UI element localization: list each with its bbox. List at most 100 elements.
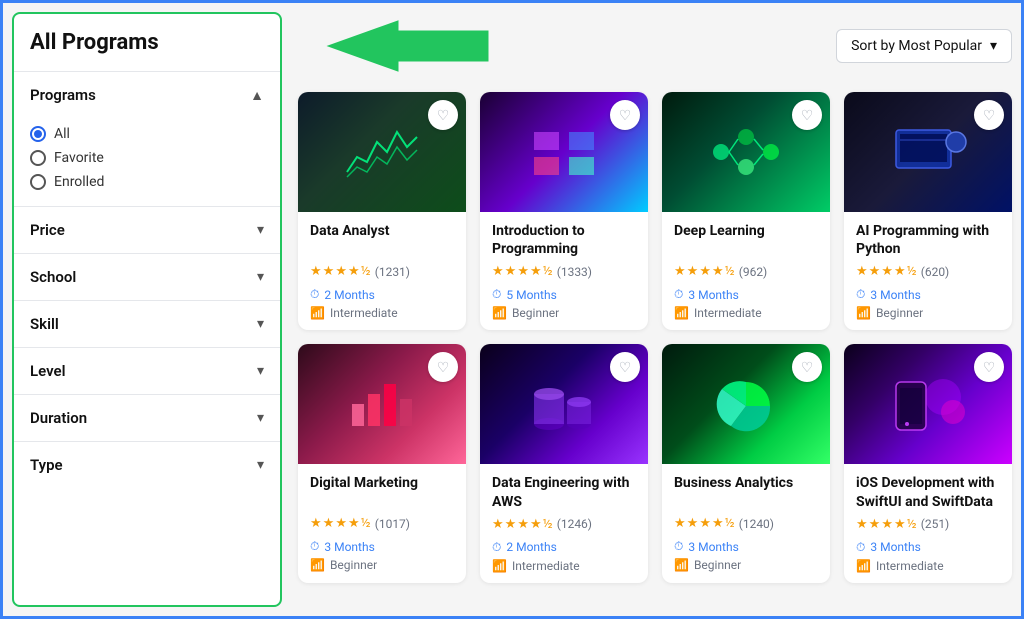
- card-meta-4: ⏱ 3 Months 📶 Beginner: [856, 287, 1000, 320]
- stars-8: ★ ★ ★ ★ ½: [856, 517, 917, 532]
- meta-duration-6: ⏱ 2 Months: [492, 540, 636, 555]
- duration-value-8: 3 Months: [870, 540, 920, 554]
- rating-count-1: (1231): [375, 265, 410, 279]
- clock-icon-1: ⏱: [310, 287, 319, 302]
- card-title-8: iOS Development with SwiftUI and SwiftDa…: [856, 474, 1000, 510]
- filter-duration-chevron: ▾: [257, 410, 264, 426]
- card-image-1: ♡: [298, 92, 466, 212]
- filter-type-header[interactable]: Type ▾: [14, 442, 280, 488]
- meta-level-2: 📶 Beginner: [492, 306, 636, 320]
- filter-level: Level ▾: [14, 347, 280, 394]
- card-body-8: iOS Development with SwiftUI and SwiftDa…: [844, 464, 1012, 582]
- star-icon: ★: [894, 517, 906, 532]
- radio-enrolled[interactable]: Enrolled: [30, 170, 264, 194]
- star-half-icon: ½: [907, 517, 917, 532]
- filter-skill-chevron: ▾: [257, 316, 264, 332]
- meta-duration-4: ⏱ 3 Months: [856, 287, 1000, 302]
- card-image-2: ♡: [480, 92, 648, 212]
- card-rating-3: ★ ★ ★ ★ ½ (962): [674, 264, 818, 279]
- filter-price-label: Price: [30, 221, 65, 239]
- heart-button-3[interactable]: ♡: [792, 100, 822, 130]
- main-content: Sort by Most Popular ▾ ♡ Data Analyst ★ …: [298, 12, 1012, 607]
- stars-2: ★ ★ ★ ★ ½: [492, 264, 553, 279]
- heart-button-2[interactable]: ♡: [610, 100, 640, 130]
- green-arrow-icon: [318, 16, 498, 76]
- star-icon: ★: [492, 264, 504, 279]
- star-icon: ★: [856, 517, 868, 532]
- meta-level-3: 📶 Intermediate: [674, 306, 818, 320]
- radio-favorite[interactable]: Favorite: [30, 146, 264, 170]
- bar-icon-4: 📶: [856, 306, 871, 320]
- stars-6: ★ ★ ★ ★ ½: [492, 517, 553, 532]
- card-body-6: Data Engineering with AWS ★ ★ ★ ★ ½ (124…: [480, 464, 648, 582]
- duration-value-7: 3 Months: [688, 540, 738, 554]
- bar-icon-8: 📶: [856, 559, 871, 573]
- meta-level-6: 📶 Intermediate: [492, 559, 636, 573]
- radio-all[interactable]: All: [30, 122, 264, 146]
- filter-type-label: Type: [30, 456, 63, 474]
- star-icon: ★: [335, 264, 347, 279]
- star-icon: ★: [335, 516, 347, 531]
- star-icon: ★: [881, 517, 893, 532]
- meta-level-7: 📶 Beginner: [674, 558, 818, 572]
- arrow-container: [318, 16, 498, 76]
- card-6: ♡ Data Engineering with AWS ★ ★ ★ ★ ½ (1…: [480, 344, 648, 582]
- meta-duration-8: ⏱ 3 Months: [856, 540, 1000, 555]
- sort-dropdown[interactable]: Sort by Most Popular ▾: [836, 29, 1012, 63]
- stars-4: ★ ★ ★ ★ ½: [856, 264, 917, 279]
- star-icon: ★: [530, 517, 542, 532]
- card-title-3: Deep Learning: [674, 222, 818, 258]
- star-icon: ★: [492, 517, 504, 532]
- filter-price-header[interactable]: Price ▾: [14, 207, 280, 253]
- star-half-icon: ½: [361, 516, 371, 531]
- card-body-5: Digital Marketing ★ ★ ★ ★ ½ (1017) ⏱ 3 M…: [298, 464, 466, 582]
- card-meta-3: ⏱ 3 Months 📶 Intermediate: [674, 287, 818, 320]
- meta-duration-5: ⏱ 3 Months: [310, 539, 454, 554]
- card-rating-6: ★ ★ ★ ★ ½ (1246): [492, 517, 636, 532]
- card-rating-2: ★ ★ ★ ★ ½ (1333): [492, 264, 636, 279]
- filter-programs-header[interactable]: Programs ▲: [14, 72, 280, 118]
- filter-school-header[interactable]: School ▾: [14, 254, 280, 300]
- filter-programs-label: Programs: [30, 86, 96, 104]
- card-3: ♡ Deep Learning ★ ★ ★ ★ ½ (962) ⏱ 3 Mont…: [662, 92, 830, 330]
- star-icon: ★: [894, 264, 906, 279]
- filter-skill-header[interactable]: Skill ▾: [14, 301, 280, 347]
- star-icon: ★: [323, 516, 335, 531]
- star-icon: ★: [310, 516, 322, 531]
- card-body-3: Deep Learning ★ ★ ★ ★ ½ (962) ⏱ 3 Months…: [662, 212, 830, 330]
- page-wrapper: All Programs Programs ▲ All Favorite Enr…: [0, 0, 1024, 619]
- filter-programs-chevron: ▲: [250, 87, 264, 104]
- radio-favorite-circle: [30, 150, 46, 166]
- card-title-6: Data Engineering with AWS: [492, 474, 636, 510]
- star-icon: ★: [505, 517, 517, 532]
- filter-level-label: Level: [30, 362, 65, 380]
- meta-duration-1: ⏱ 2 Months: [310, 287, 454, 302]
- radio-enrolled-circle: [30, 174, 46, 190]
- bar-icon-2: 📶: [492, 306, 507, 320]
- level-value-6: Intermediate: [512, 559, 580, 573]
- clock-icon-5: ⏱: [310, 539, 319, 554]
- heart-button-1[interactable]: ♡: [428, 100, 458, 130]
- star-icon: ★: [348, 516, 360, 531]
- filter-level-header[interactable]: Level ▾: [14, 348, 280, 394]
- card-rating-5: ★ ★ ★ ★ ½ (1017): [310, 516, 454, 531]
- card-5: ♡ Digital Marketing ★ ★ ★ ★ ½ (1017) ⏱ 3…: [298, 344, 466, 582]
- filter-skill-label: Skill: [30, 315, 59, 333]
- star-half-icon: ½: [907, 264, 917, 279]
- card-4: ♡ AI Programming with Python ★ ★ ★ ★ ½ (…: [844, 92, 1012, 330]
- card-title-7: Business Analytics: [674, 474, 818, 510]
- filter-type-chevron: ▾: [257, 457, 264, 473]
- card-body-1: Data Analyst ★ ★ ★ ★ ½ (1231) ⏱ 2 Months…: [298, 212, 466, 330]
- clock-icon-4: ⏱: [856, 287, 865, 302]
- meta-duration-3: ⏱ 3 Months: [674, 287, 818, 302]
- rating-count-5: (1017): [375, 517, 410, 531]
- filter-duration-header[interactable]: Duration ▾: [14, 395, 280, 441]
- rating-count-4: (620): [921, 265, 950, 279]
- filter-price-chevron: ▾: [257, 222, 264, 238]
- card-2: ♡ Introduction to Programming ★ ★ ★ ★ ½ …: [480, 92, 648, 330]
- filter-skill: Skill ▾: [14, 300, 280, 347]
- sort-label: Sort by Most Popular: [851, 38, 982, 54]
- star-icon: ★: [687, 516, 699, 531]
- heart-button-4[interactable]: ♡: [974, 100, 1004, 130]
- card-title-4: AI Programming with Python: [856, 222, 1000, 258]
